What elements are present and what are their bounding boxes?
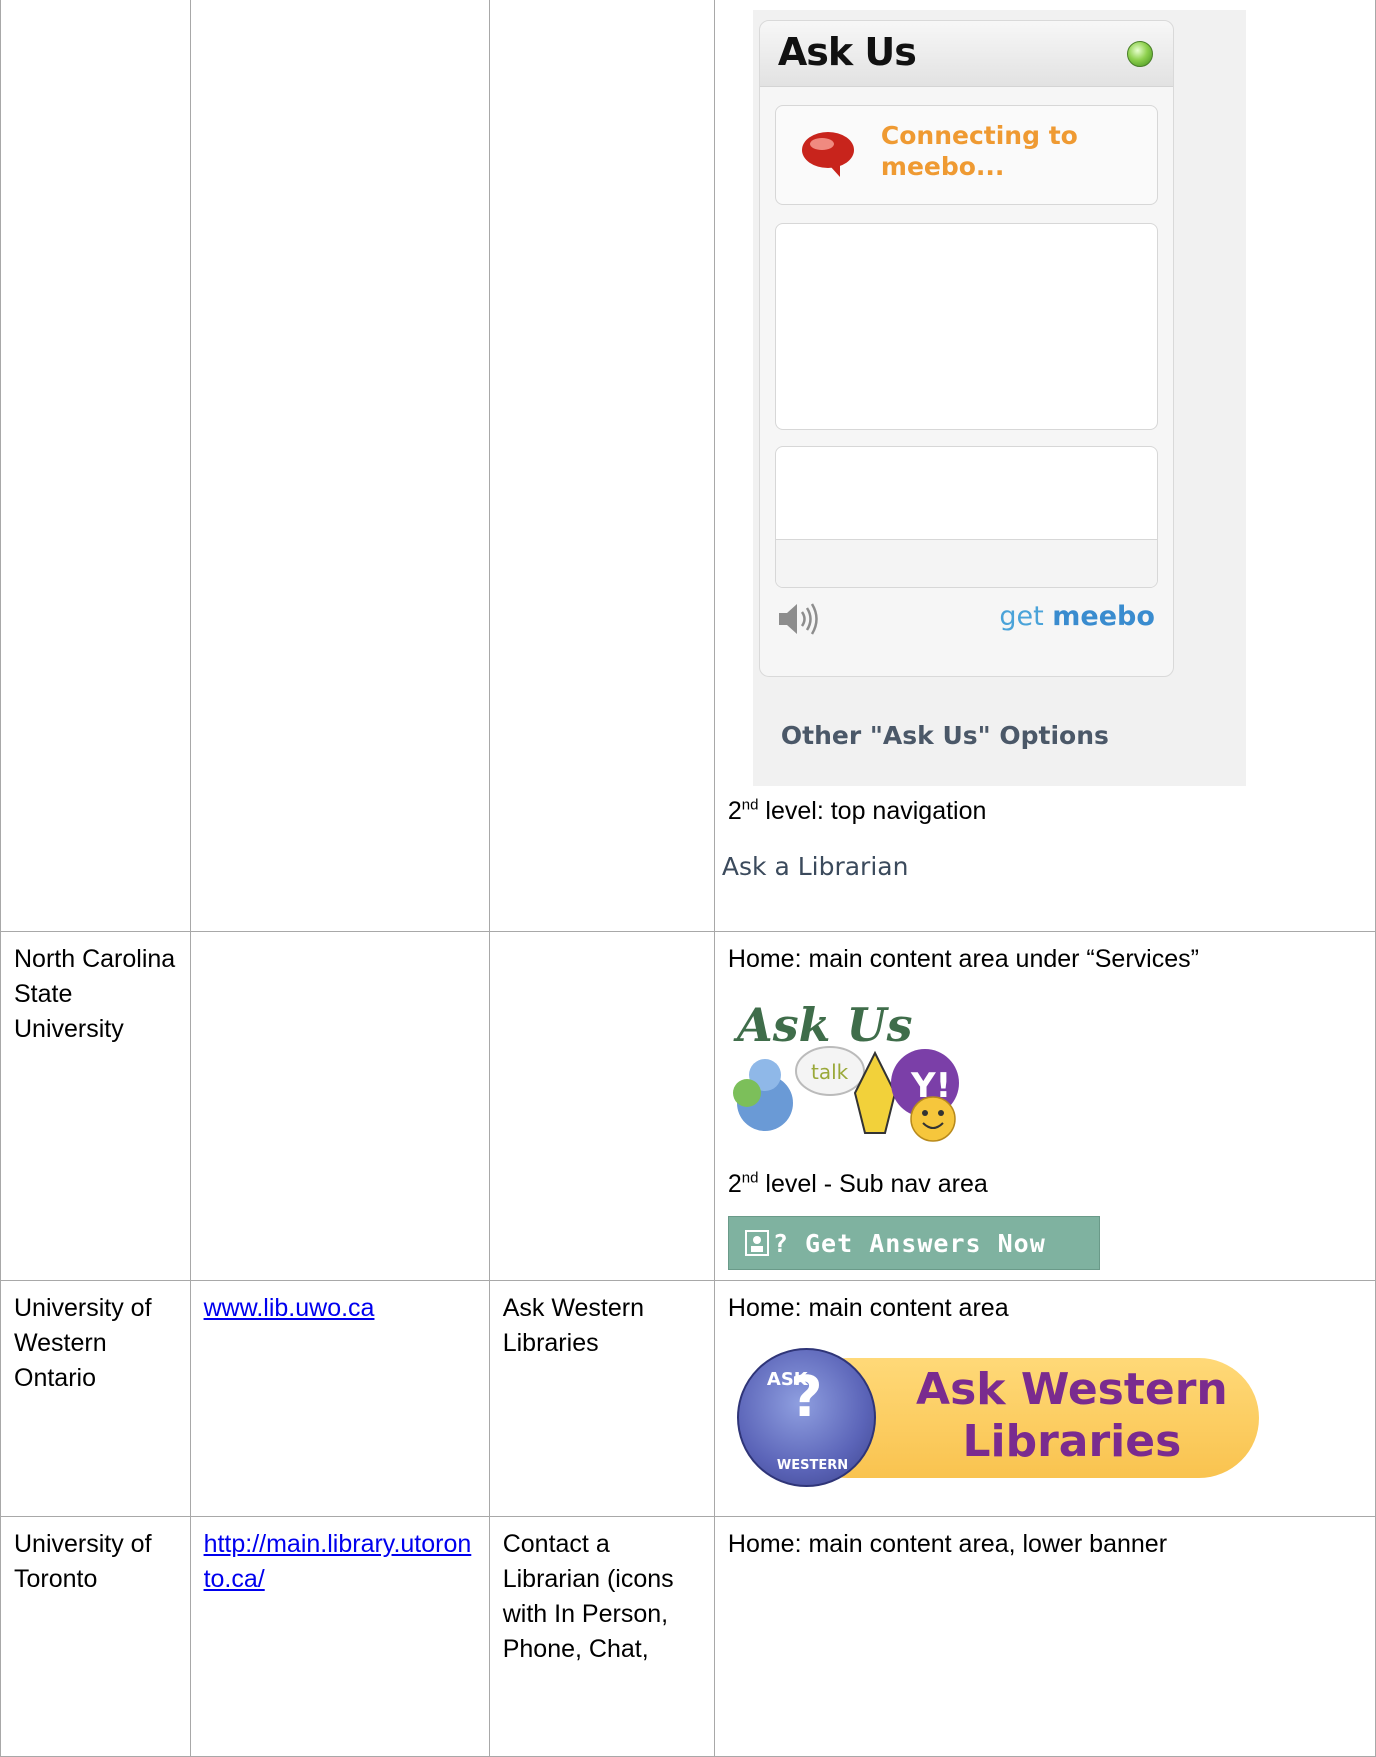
ask-a-librarian-link[interactable]: Ask a Librarian: [722, 849, 909, 884]
get-meebo-link[interactable]: get meebo: [999, 599, 1155, 634]
get-answers-label: ? Get Answers Now: [772, 1229, 1046, 1258]
institution-cell: University of Western Ontario: [0, 1280, 191, 1517]
widget-title: Ask Us: [777, 30, 917, 74]
ask-western-libraries-banner[interactable]: ASK ? WESTERN Ask Western Libraries: [736, 1348, 1263, 1487]
url-cell: http://main.library.utoronto.ca/: [189, 1516, 490, 1757]
banner-text: Ask Western Libraries: [916, 1364, 1228, 1467]
widget-header: Ask Us: [759, 21, 1173, 87]
speaker-icon[interactable]: [777, 599, 821, 639]
chat-log-pane: [774, 223, 1158, 430]
svg-text:Ask Us: Ask Us: [733, 998, 913, 1052]
home-note: Home: main content area under “Services”: [727, 945, 1199, 973]
institution-cell: University of Toronto: [0, 1516, 191, 1757]
other-ask-us-options-link[interactable]: Other "Ask Us" Options: [781, 718, 1109, 753]
ask-western-disc-icon: ASK ? WESTERN: [736, 1348, 876, 1487]
message-input[interactable]: [774, 446, 1158, 588]
label-cell: [488, 0, 715, 932]
comparison-table: Ask Us Connecting to meebo... get meebo …: [0, 0, 1376, 1757]
input-footer: [775, 539, 1157, 587]
table-row: Ask Us Connecting to meebo... get meebo …: [0, 0, 1376, 932]
get-answers-now-button[interactable]: ? Get Answers Now: [727, 1216, 1100, 1270]
table-row: North Carolina State University Home: ma…: [0, 931, 1376, 1281]
institution-cell: [0, 0, 191, 932]
institution-url-link[interactable]: www.lib.uwo.ca: [204, 1294, 375, 1322]
placement-cell: Home: main content area, lower banner: [713, 1516, 1376, 1757]
home-note: Home: main content area: [727, 1294, 1009, 1322]
chat-bubble-icon: [801, 132, 854, 177]
placement-cell: Home: main content area ASK ? WESTERN As…: [713, 1280, 1376, 1517]
ask-us-widget: Ask Us Connecting to meebo... get meebo: [758, 20, 1174, 677]
placement-cell: Home: main content area under “Services”…: [713, 931, 1376, 1281]
label-cell: Contact a Librarian (icons with In Perso…: [488, 1516, 715, 1757]
svg-text:talk: talk: [811, 1060, 849, 1084]
level-note: 2nd level - Sub nav area: [727, 1169, 988, 1198]
connection-status: Connecting to meebo...: [774, 105, 1158, 205]
ask-us-im-logo[interactable]: Ask Us talk Y!: [725, 993, 985, 1149]
institution-url-link[interactable]: http://main.library.utoronto.ca/: [204, 1530, 472, 1593]
url-cell: www.lib.uwo.ca: [189, 1280, 490, 1517]
url-cell: [189, 931, 490, 1281]
ask-us-widget-screenshot: Ask Us Connecting to meebo... get meebo …: [752, 10, 1246, 786]
institution-cell: North Carolina State University: [0, 931, 191, 1281]
person-icon: [744, 1230, 769, 1256]
table-row: University of Western Ontario www.lib.uw…: [0, 1280, 1376, 1517]
url-cell: [189, 0, 490, 932]
table-row: University of Toronto http://main.librar…: [0, 1516, 1376, 1757]
label-cell: [488, 931, 715, 1281]
online-status-icon: [1126, 41, 1153, 67]
label-cell: Ask Western Libraries: [488, 1280, 715, 1517]
placement-cell: Ask Us Connecting to meebo... get meebo …: [713, 0, 1376, 932]
connecting-text: Connecting to meebo...: [880, 121, 1078, 181]
level-note: 2nd level: top navigation: [727, 796, 987, 825]
